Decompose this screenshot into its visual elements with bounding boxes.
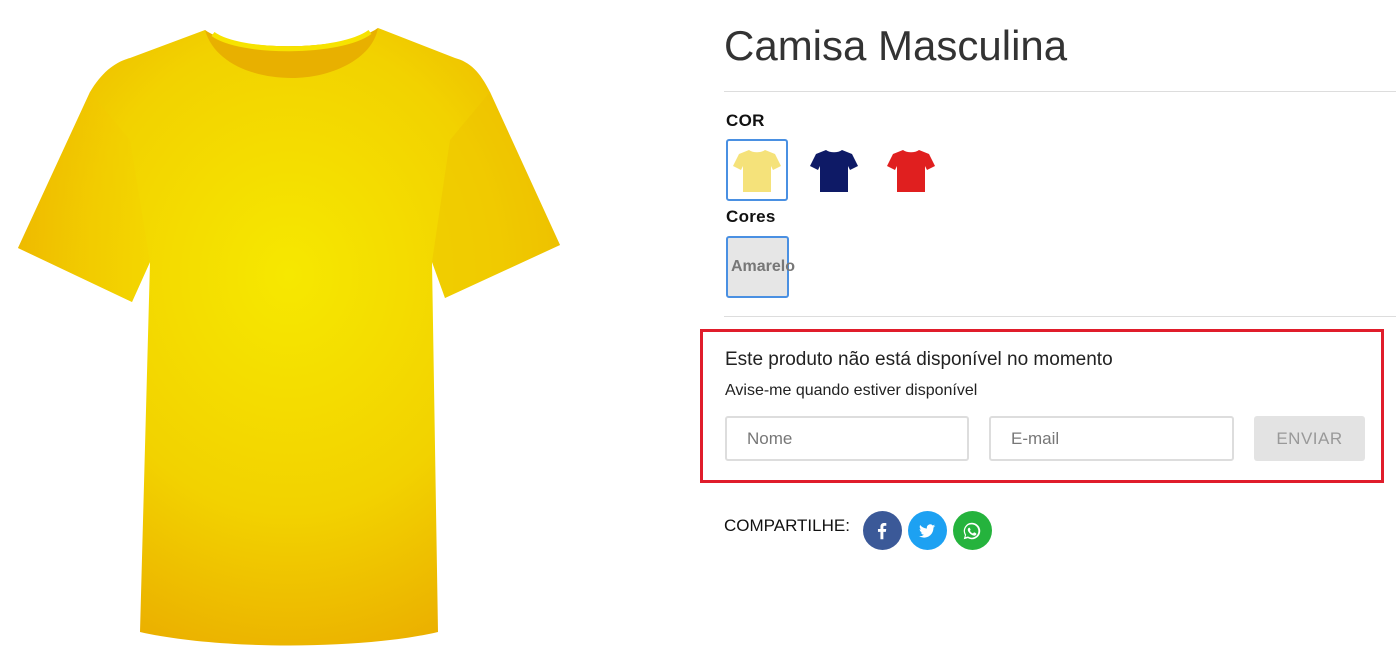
variant-option-label: Cores bbox=[726, 207, 776, 226]
yellow-tshirt-image bbox=[18, 28, 560, 646]
share-label: COMPARTILHE: bbox=[724, 515, 850, 535]
variant-option-amarelo[interactable]: Amarelo bbox=[726, 236, 795, 298]
color-option-label: COR bbox=[726, 111, 765, 130]
color-swatch-list bbox=[726, 139, 942, 201]
share-icons bbox=[862, 511, 992, 550]
product-title: Camisa Masculina bbox=[724, 22, 1068, 69]
unavailable-message: Este produto não está disponível no mome… bbox=[725, 349, 1113, 370]
whatsapp-icon bbox=[964, 522, 981, 539]
red-shirt-icon bbox=[887, 150, 935, 192]
twitter-share-button[interactable] bbox=[907, 511, 947, 550]
yellow-shirt-icon bbox=[733, 150, 781, 192]
twitter-icon bbox=[919, 523, 936, 538]
send-button[interactable]: ENVIAR bbox=[1254, 416, 1365, 461]
swatch-red-shirt[interactable] bbox=[880, 139, 942, 201]
name-input[interactable] bbox=[725, 416, 969, 461]
divider bbox=[724, 91, 1396, 92]
divider bbox=[724, 316, 1396, 317]
facebook-share-button[interactable] bbox=[862, 511, 902, 550]
share-bar: COMPARTILHE: bbox=[724, 511, 992, 550]
product-image bbox=[0, 0, 580, 650]
facebook-icon bbox=[878, 522, 887, 539]
swatch-navy-shirt[interactable] bbox=[803, 139, 865, 201]
email-input[interactable] bbox=[989, 416, 1234, 461]
swatch-yellow-shirt[interactable] bbox=[726, 139, 788, 201]
variant-option-text: Amarelo bbox=[731, 258, 796, 275]
whatsapp-share-button[interactable] bbox=[952, 511, 992, 550]
navy-shirt-icon bbox=[810, 150, 858, 192]
notify-me-subtitle: Avise-me quando estiver disponível bbox=[725, 382, 978, 399]
notify-me-box: Este produto não está disponível no mome… bbox=[700, 329, 1384, 483]
